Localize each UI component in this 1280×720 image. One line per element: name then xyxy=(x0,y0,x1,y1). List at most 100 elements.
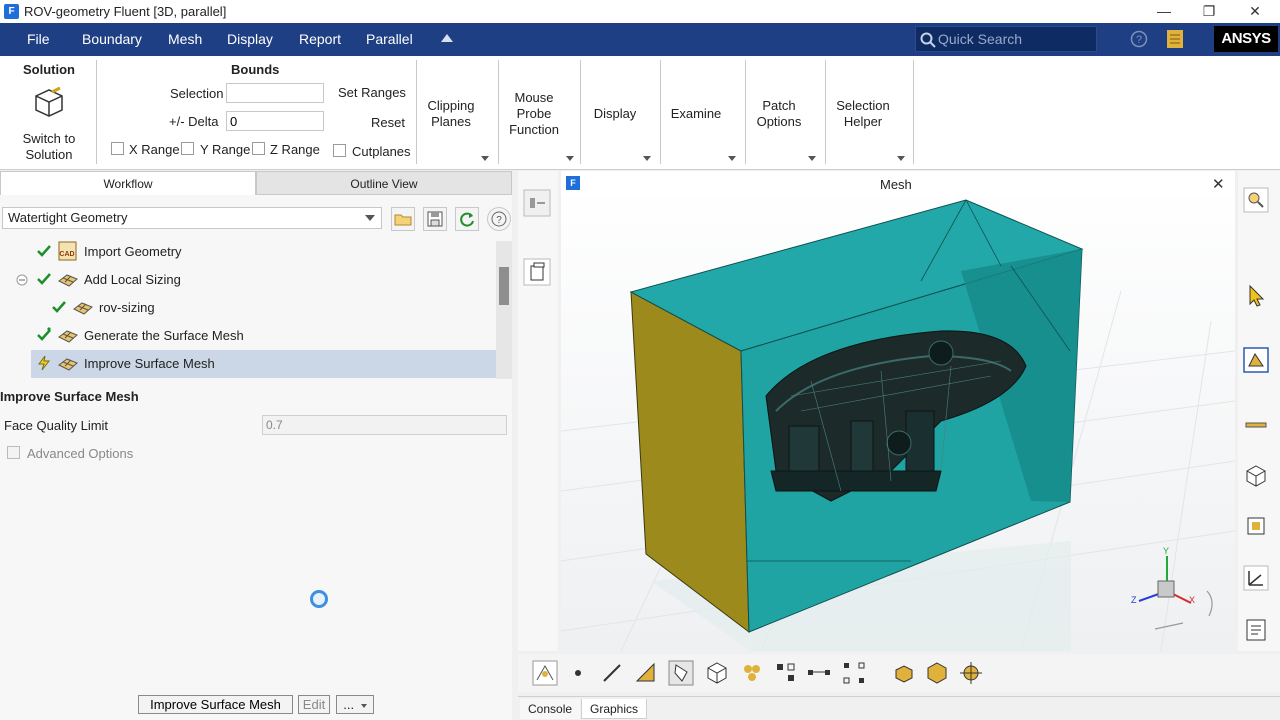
cutplanes-checkbox[interactable] xyxy=(333,144,346,157)
copy-window-icon[interactable] xyxy=(522,257,552,287)
quick-search-input[interactable] xyxy=(938,30,1088,48)
tree-item-import-geometry[interactable]: CAD Import Geometry xyxy=(0,238,496,266)
close-window-button[interactable]: ✕ xyxy=(1232,0,1278,23)
menu-mesh[interactable]: Mesh xyxy=(168,31,202,47)
ribbon: Solution Switch to Solution Bounds Selec… xyxy=(0,56,1280,170)
selection-helper-button[interactable]: Selection Helper xyxy=(832,98,894,130)
patch-options-dropdown-icon[interactable] xyxy=(808,156,816,161)
collapse-ribbon-icon[interactable] xyxy=(441,34,453,42)
pick-mesh-icon[interactable] xyxy=(1243,347,1269,373)
x-range-checkbox[interactable] xyxy=(111,142,124,155)
select-connect-icon[interactable] xyxy=(806,660,832,686)
open-workflow-button[interactable] xyxy=(391,207,415,231)
lightning-icon xyxy=(38,355,51,371)
minimize-button[interactable]: — xyxy=(1141,0,1187,23)
set-ranges-button[interactable]: Set Ranges xyxy=(338,85,406,100)
probe-icon[interactable] xyxy=(958,660,984,686)
more-options-dropdown[interactable]: ... xyxy=(336,695,374,714)
switch-line1: Switch to xyxy=(22,131,76,146)
revert-workflow-button[interactable] xyxy=(455,207,479,231)
display-dropdown-icon[interactable] xyxy=(643,156,651,161)
menu-display[interactable]: Display xyxy=(227,31,273,47)
notes-icon[interactable] xyxy=(1166,29,1184,49)
graphics-viewport[interactable]: Y X Z xyxy=(561,171,1235,651)
menu-parallel[interactable]: Parallel xyxy=(366,31,413,47)
advanced-options-checkbox[interactable] xyxy=(7,446,20,459)
tree-item-rov-sizing[interactable]: rov-sizing xyxy=(0,294,496,322)
bottom-tabs: Console Graphics xyxy=(518,696,1280,720)
select-zones-icon[interactable] xyxy=(739,660,765,686)
close-viewport-button[interactable]: ✕ xyxy=(1212,175,1225,193)
tree-item-add-local-sizing[interactable]: Add Local Sizing xyxy=(0,266,496,294)
tab-graphics[interactable]: Graphics xyxy=(581,699,648,719)
scroll-thumb[interactable] xyxy=(499,267,509,305)
front-view-icon[interactable] xyxy=(1243,513,1269,539)
tab-console[interactable]: Console xyxy=(520,699,581,719)
svg-text:?: ? xyxy=(496,215,502,226)
select-face-icon[interactable] xyxy=(633,660,659,686)
y-range-label: Y Range xyxy=(200,142,251,157)
zoom-icon[interactable] xyxy=(1243,187,1269,213)
menu-report[interactable]: Report xyxy=(299,31,341,47)
select-point-icon[interactable] xyxy=(565,660,591,686)
mouse-probe-dropdown-icon[interactable] xyxy=(566,156,574,161)
face-quality-limit-input[interactable] xyxy=(262,415,507,435)
clipping-planes-button[interactable]: Clipping Planes xyxy=(420,98,482,130)
axes-icon[interactable] xyxy=(1243,565,1269,591)
bounds-heading: Bounds xyxy=(231,62,280,77)
mesh-scene[interactable]: Y X Z xyxy=(561,171,1235,651)
examine-button[interactable]: Examine xyxy=(668,106,724,122)
tab-outline-view[interactable]: Outline View xyxy=(256,171,512,195)
restore-button[interactable]: ❐ xyxy=(1186,0,1232,23)
select-edge-icon[interactable] xyxy=(599,660,625,686)
select-surface-icon[interactable] xyxy=(668,660,694,686)
improve-surface-mesh-button[interactable]: Improve Surface Mesh xyxy=(138,695,293,714)
clipping-dropdown-icon[interactable] xyxy=(481,156,489,161)
reset-button[interactable]: Reset xyxy=(371,115,405,130)
menu-file[interactable]: File xyxy=(27,31,50,47)
switch-to-solution-icon[interactable] xyxy=(32,86,66,120)
selection-helper-dropdown-icon[interactable] xyxy=(897,156,905,161)
selection-helper-line2: Helper xyxy=(843,114,883,129)
save-workflow-button[interactable] xyxy=(423,207,447,231)
tree-item-label: Import Geometry xyxy=(84,244,182,259)
display-ribbon-button[interactable]: Display xyxy=(588,106,642,122)
collapse-minus-icon[interactable] xyxy=(16,274,28,286)
display-options-icon[interactable] xyxy=(891,660,917,686)
iso-view-icon[interactable] xyxy=(1243,463,1269,489)
select-labels-icon[interactable] xyxy=(773,660,799,686)
y-range-checkbox[interactable] xyxy=(181,142,194,155)
patch-options-button[interactable]: Patch Options xyxy=(750,98,808,130)
delta-input[interactable] xyxy=(226,111,324,131)
selection-label: Selection xyxy=(170,86,224,101)
tree-scrollbar[interactable] xyxy=(496,241,512,379)
folder-icon xyxy=(394,214,412,226)
tab-workflow[interactable]: Workflow xyxy=(0,171,256,195)
select-pointer-icon[interactable] xyxy=(1243,283,1269,309)
chevron-down-icon xyxy=(360,703,367,708)
tree-item-generate-surface-mesh[interactable]: Generate the Surface Mesh xyxy=(0,322,496,350)
draw-mesh-icon[interactable] xyxy=(924,660,950,686)
annotation-icon[interactable] xyxy=(1243,617,1269,643)
examine-dropdown-icon[interactable] xyxy=(728,156,736,161)
improve-mesh-icon xyxy=(58,358,78,371)
tree-item-label: Improve Surface Mesh xyxy=(84,356,215,371)
selection-input[interactable] xyxy=(226,83,324,103)
select-region-icon[interactable] xyxy=(841,660,867,686)
workflow-type-select[interactable]: Watertight Geometry xyxy=(2,207,382,229)
switch-to-solution-button[interactable]: Switch to Solution xyxy=(14,131,84,163)
graphics-left-toolbar xyxy=(518,171,558,651)
edit-button[interactable]: Edit xyxy=(298,695,330,714)
mouse-probe-function-button[interactable]: Mouse Probe Function xyxy=(503,90,565,138)
quick-search[interactable] xyxy=(915,26,1097,52)
tree-item-improve-surface-mesh[interactable]: Improve Surface Mesh xyxy=(31,350,496,378)
clip-icon[interactable] xyxy=(1243,412,1269,438)
clipping-line2: Planes xyxy=(431,114,471,129)
z-range-checkbox[interactable] xyxy=(252,142,265,155)
help-icon[interactable]: ? xyxy=(1130,30,1148,48)
auto-select-icon[interactable] xyxy=(532,660,558,686)
select-body-icon[interactable] xyxy=(704,660,730,686)
collapse-panel-icon[interactable] xyxy=(522,188,552,218)
workflow-help-button[interactable]: ? xyxy=(487,207,511,231)
menu-boundary[interactable]: Boundary xyxy=(82,31,142,47)
